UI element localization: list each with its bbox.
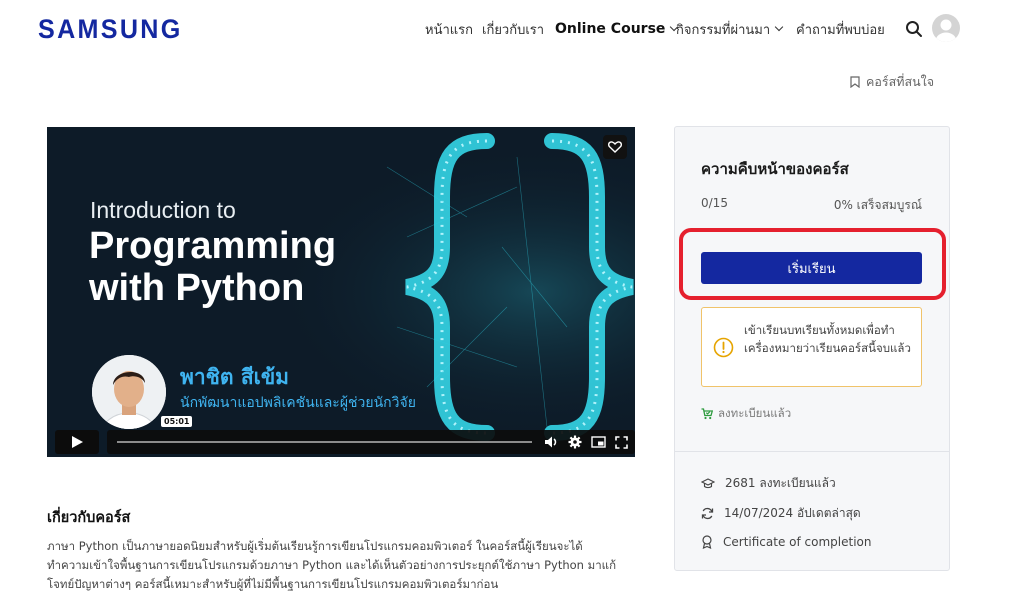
enrolled-status: ลงทะเบียนแล้ว (701, 405, 791, 423)
video-controls: 05:01 (47, 416, 635, 457)
course-video-player[interactable]: Introduction to Programming with Python … (47, 127, 635, 457)
graduation-cap-icon (701, 477, 715, 488)
certificate-text: Certificate of completion (723, 535, 872, 549)
samsung-logo[interactable]: SAMSUNG (38, 14, 183, 45)
volume-icon[interactable] (544, 435, 559, 449)
notice-text: เข้าเรียนบทเรียนทั้งหมดเพื่อทำเครื่องหมา… (744, 323, 911, 355)
nav-past-activities-label: กิจกรรมที่ผ่านมา (676, 22, 771, 38)
last-updated: 14/07/2024 อัปเดตล่าสุด (701, 504, 861, 523)
nav-online-course-label: Online Course (555, 21, 666, 37)
video-title-line-1: Programming (89, 225, 337, 267)
presenter-role: นักพัฒนาแอปพลิเคชันและผู้ช่วยนักวิจัย (180, 395, 416, 411)
description-line: โจทย์ปัญหาต่างๆ คอร์สนี้เหมาะสำหรับผู้ที… (47, 577, 499, 591)
favorite-button[interactable] (603, 135, 627, 159)
nav-faq[interactable]: คำถามที่พบบ่อย (796, 19, 885, 39)
warning-circle-icon (713, 337, 734, 358)
about-course-heading: เกี่ยวกับคอร์ส (47, 510, 131, 526)
progress-track[interactable] (117, 441, 532, 443)
certificate-info: Certificate of completion (701, 535, 871, 549)
settings-icon[interactable] (568, 435, 582, 449)
progress-card-title: ความคืบหน้าของคอร์ส (701, 160, 849, 178)
progress-section: ความคืบหน้าของคอร์ส 0/15 0% เสร็จสมบูรณ์… (675, 127, 949, 452)
pip-icon[interactable] (591, 436, 606, 448)
play-icon (72, 436, 83, 448)
wishlist-link[interactable]: คอร์สที่สนใจ (850, 72, 934, 92)
nav-online-course[interactable]: Online Course (555, 19, 679, 39)
user-avatar-icon[interactable] (932, 14, 960, 42)
video-title-line-2: with Python (89, 267, 305, 309)
refresh-icon (701, 507, 714, 520)
nav-home[interactable]: หน้าแรก (425, 19, 473, 39)
completion-percent: 0% เสร็จสมบูรณ์ (833, 198, 922, 212)
students-count-text: 2681 ลงทะเบียนแล้ว (725, 476, 836, 490)
presenter-name: พาชิต สีเข้ม (180, 365, 290, 389)
video-progress-bar[interactable]: 05:01 (107, 416, 635, 454)
description-line: ภาษา Python เป็นภาษายอดนิยมสำหรับผู้เริ่… (47, 539, 583, 553)
enrolled-label: ลงทะเบียนแล้ว (718, 406, 792, 420)
description-line: ทำความเข้าใจพื้นฐานการเขียนโปรแกรมด้วยภา… (47, 558, 617, 572)
start-learning-button[interactable]: เริ่มเรียน (701, 252, 922, 284)
about-course-description: ภาษา Python เป็นภาษายอดนิยมสำหรับผู้เริ่… (47, 537, 627, 594)
time-tooltip: 05:01 (161, 416, 193, 427)
wishlist-label: คอร์สที่สนใจ (866, 74, 935, 89)
last-updated-text: 14/07/2024 อัปเดตล่าสุด (724, 506, 861, 520)
heart-icon (608, 141, 622, 153)
course-progress-card: ความคืบหน้าของคอร์ส 0/15 0% เสร็จสมบูรณ์… (674, 126, 950, 571)
fullscreen-icon[interactable] (615, 435, 628, 449)
students-count: 2681 ลงทะเบียนแล้ว (701, 474, 836, 493)
chevron-down-icon (774, 22, 784, 32)
completion-notice: เข้าเรียนบทเรียนทั้งหมดเพื่อทำเครื่องหมา… (701, 307, 922, 387)
certificate-icon (702, 535, 712, 549)
search-icon[interactable] (905, 20, 923, 38)
play-button[interactable] (55, 430, 99, 454)
bookmark-icon (850, 76, 860, 88)
nav-about[interactable]: เกี่ยวกับเรา (482, 19, 544, 39)
cart-check-icon (701, 408, 713, 420)
lesson-count: 0/15 (701, 196, 728, 210)
nav-past-activities[interactable]: กิจกรรมที่ผ่านมา (676, 19, 784, 39)
presenter-photo (92, 355, 166, 429)
video-intro-text: Introduction to (90, 197, 236, 223)
video-title: Programming with Python (89, 225, 336, 309)
